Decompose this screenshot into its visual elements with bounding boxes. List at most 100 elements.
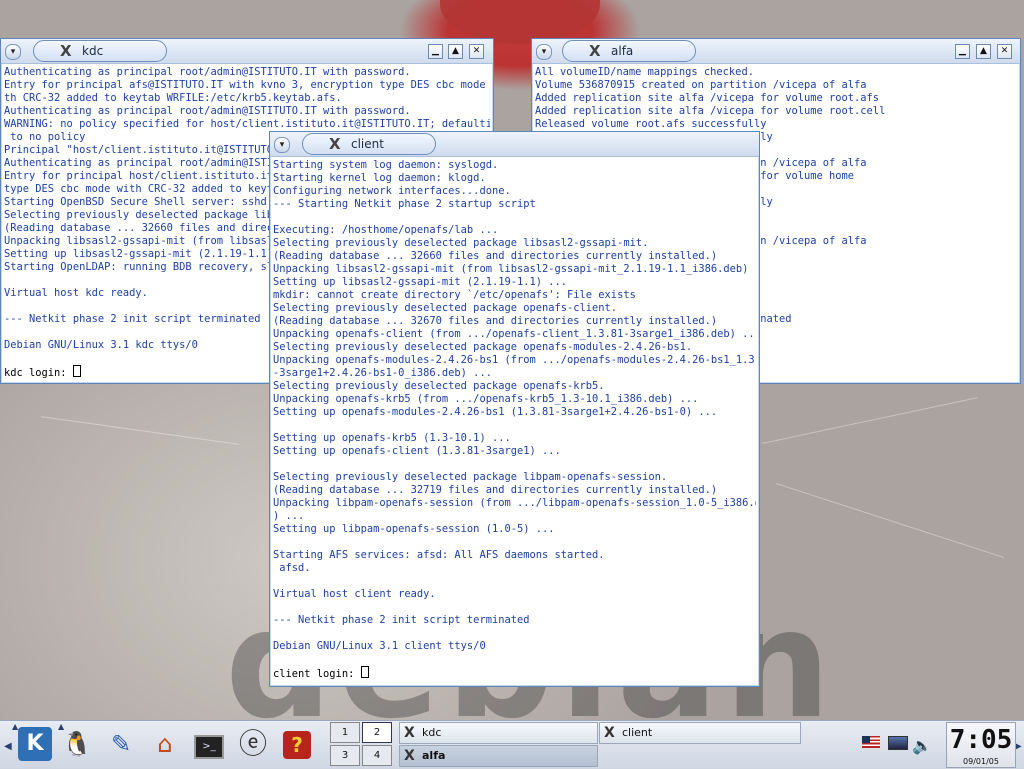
task-client[interactable]: X client — [599, 722, 801, 744]
terminal-line: -3sarge1+2.4.26-bs1-0_i386.deb) ... — [273, 367, 492, 379]
terminal-line: Selecting previously deselected package … — [273, 341, 693, 353]
terminal-line: Entry for principal afs@ISTITUTO.IT with… — [4, 79, 490, 91]
text-cursor — [72, 365, 81, 377]
terminal-line: Unpacking libpam-openafs-session (from .… — [273, 497, 756, 509]
terminal-line: afsd. — [273, 562, 311, 574]
terminal-line: Authenticating as principal root/admin@I… — [4, 105, 411, 117]
alfa-title-pill[interactable]: X alfa — [562, 40, 696, 62]
x-app-icon: X — [404, 748, 415, 764]
terminal-line: Setting up openafs-modules-2.4.26-bs1 (1… — [273, 406, 718, 418]
terminal-line: Setting up openafs-client (1.3.81-3sarge… — [273, 445, 561, 457]
clock[interactable]: 7:05 09/01/05 — [946, 722, 1016, 768]
pager-desktop-2[interactable]: 2 — [362, 722, 392, 743]
terminal-line: (Reading database ... 32670 files and di… — [273, 315, 718, 327]
x-app-icon: X — [604, 725, 615, 741]
terminal-line: --- Starting Netkit phase 2 startup scri… — [273, 198, 536, 210]
help-icon[interactable]: ? — [280, 727, 314, 761]
login-prompt-text: client login: — [273, 668, 361, 680]
client-titlebar[interactable]: ▾ X client — [270, 132, 759, 157]
close-button[interactable]: ✕ — [469, 44, 484, 59]
terminal-line: th CRC-32 added to keytab WRFILE:/etc/kr… — [4, 92, 342, 104]
window-title: client — [351, 137, 384, 151]
window-title: kdc — [82, 44, 104, 58]
task-alfa[interactable]: X alfa — [399, 745, 598, 767]
panel-hide-left-icon[interactable]: ◀ — [4, 741, 12, 752]
x-app-icon: X — [60, 42, 72, 60]
browser-icon[interactable]: ⓔ — [236, 727, 270, 761]
client-terminal-output[interactable]: Starting system log daemon: syslogd. Star… — [273, 159, 756, 683]
volume-speaker-icon[interactable]: 🔈 — [912, 736, 932, 755]
task-label: kdc — [422, 726, 442, 739]
minimize-button[interactable]: ▁ — [428, 44, 443, 59]
x-app-icon: X — [404, 725, 415, 741]
alfa-titlebar[interactable]: ▾ X alfa ▁ ▲ ✕ — [532, 39, 1020, 64]
client-terminal-window[interactable]: ▾ X client Starting system log daemon: s… — [269, 131, 760, 687]
wallpaper-texture — [762, 397, 978, 444]
window-menu-icon[interactable]: ▾ — [5, 44, 21, 60]
close-button[interactable]: ✕ — [997, 44, 1012, 59]
client-title-pill[interactable]: X client — [302, 133, 436, 155]
terminal-line: Configuring network interfaces...done. — [273, 185, 511, 197]
terminal-line: Added replication site alfa /vicepa for … — [535, 105, 886, 117]
kdc-title-pill[interactable]: X kdc — [33, 40, 167, 62]
terminal-line: Unpacking openafs-krb5 (from .../openafs… — [273, 393, 699, 405]
pager-desktop-1[interactable]: 1 — [330, 722, 360, 743]
clock-time: 7:05 — [949, 725, 1013, 755]
terminal-line: Virtual host client ready. — [273, 588, 436, 600]
terminal-line: Released volume root.afs successfully — [535, 118, 767, 130]
terminal-line: Executing: /hosthome/openafs/lab ... — [273, 224, 499, 236]
maximize-button[interactable]: ▲ — [448, 44, 463, 59]
terminal-line: Authenticating as principal root/admin@I… — [4, 66, 411, 78]
terminal-line: Selecting previously deselected package … — [273, 380, 605, 392]
login-prompt-text: kdc login: — [4, 367, 73, 379]
terminal-line: WARNING: no policy specified for host/cl… — [4, 118, 490, 130]
terminal-line: Added replication site alfa /vicepa for … — [535, 92, 880, 104]
terminal-line: ) ... — [273, 510, 305, 522]
minimize-button[interactable]: ▁ — [955, 44, 970, 59]
terminal-line: Starting kernel log daemon: klogd. — [273, 172, 486, 184]
terminal-line: Selecting previously deselected package … — [273, 237, 649, 249]
home-folder-icon[interactable]: ⌂ — [148, 727, 182, 761]
terminal-line: Starting AFS services: afsd: All AFS dae… — [273, 549, 605, 561]
x-app-icon: X — [589, 42, 601, 60]
terminal-line: Unpacking openafs-modules-2.4.26-bs1 (fr… — [273, 354, 756, 366]
task-label: alfa — [422, 749, 446, 762]
display-settings-icon[interactable] — [888, 736, 908, 752]
terminal-icon[interactable]: >_ — [192, 727, 226, 761]
terminal-line: Unpacking openafs-client (from .../opena… — [273, 328, 756, 340]
text-cursor — [360, 666, 369, 678]
terminal-line: (Reading database ... 32660 files and di… — [273, 250, 718, 262]
kate-editor-icon[interactable]: ✎ — [104, 727, 138, 761]
keyboard-layout-flag-icon[interactable] — [862, 736, 880, 752]
terminal-line: Selecting previously deselected package … — [273, 471, 668, 483]
login-prompt[interactable]: client login: — [273, 666, 756, 680]
window-title: alfa — [611, 44, 634, 58]
terminal-line: --- Netkit phase 2 init script terminate… — [273, 614, 530, 626]
kde-menu-icon[interactable]: K — [18, 727, 52, 761]
terminal-line: Setting up openafs-krb5 (1.3-10.1) ... — [273, 432, 511, 444]
terminal-line: Debian GNU/Linux 3.1 client ttys/0 — [273, 640, 486, 652]
terminal-line: mkdir: cannot create directory `/etc/ope… — [273, 289, 636, 301]
maximize-button[interactable]: ▲ — [976, 44, 991, 59]
terminal-line: Setting up libsasl2-gssapi-mit (2.1.19-1… — [273, 276, 568, 288]
pager-desktop-3[interactable]: 3 — [330, 745, 360, 766]
task-kdc[interactable]: X kdc — [399, 722, 598, 744]
window-menu-icon[interactable]: ▾ — [274, 137, 290, 153]
pager-desktop-4[interactable]: 4 — [362, 745, 392, 766]
terminal-line: Starting system log daemon: syslogd. — [273, 159, 499, 171]
terminal-line: (Reading database ... 32719 files and di… — [273, 484, 718, 496]
x-app-icon: X — [329, 135, 341, 153]
kdc-titlebar[interactable]: ▾ X kdc ▁ ▲ ✕ — [1, 39, 493, 64]
terminal-line: Unpacking libsasl2-gssapi-mit (from libs… — [273, 263, 756, 275]
task-label: client — [622, 726, 653, 739]
tux-icon[interactable]: 🐧 — [60, 727, 94, 761]
window-menu-icon[interactable]: ▾ — [536, 44, 552, 60]
wallpaper-texture — [40, 416, 240, 445]
terminal-line: All volumeID/name mappings checked. — [535, 66, 754, 78]
